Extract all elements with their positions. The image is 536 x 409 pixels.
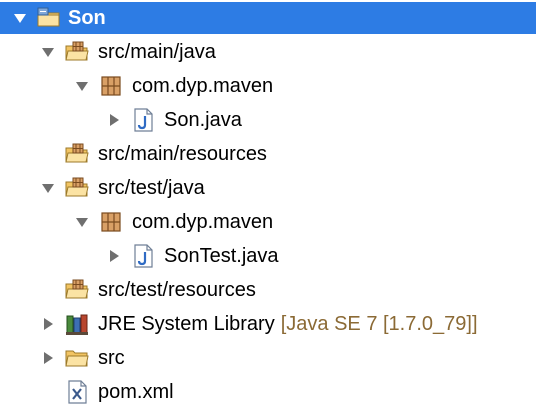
expanded-arrow-icon[interactable]	[40, 180, 56, 196]
tree-row-label: src/main/java	[98, 40, 216, 63]
tree-row-label: src/test/resources	[98, 278, 256, 301]
tree-row-src-main-java[interactable]: src/main/java	[0, 35, 536, 69]
tree-row-package-main[interactable]: com.dyp.maven	[0, 69, 536, 103]
expanded-arrow-icon[interactable]	[74, 214, 90, 230]
tree-row-label: com.dyp.maven	[132, 74, 274, 97]
tree-row-src-test-java[interactable]: src/test/java	[0, 171, 536, 205]
collapsed-arrow-icon[interactable]	[40, 316, 56, 332]
tree-row-label: SonTest.java	[164, 244, 279, 267]
project-explorer-tree: Son src/main/java com.dyp.maven Son.java…	[0, 0, 536, 406]
source-folder-icon	[64, 40, 90, 64]
package-icon	[98, 74, 124, 98]
library-version-decoration: [Java SE 7 [1.7.0_79]]	[280, 312, 478, 335]
tree-row-package-test[interactable]: com.dyp.maven	[0, 205, 536, 239]
source-folder-icon	[64, 278, 90, 302]
tree-row-son-project[interactable]: Son	[0, 2, 536, 34]
tree-row-label: Son	[68, 6, 106, 29]
expanded-arrow-icon[interactable]	[74, 78, 90, 94]
java-file-icon	[130, 108, 156, 132]
expanded-arrow-icon[interactable]	[40, 44, 56, 60]
library-name: JRE System Library	[98, 312, 275, 335]
xml-file-icon	[64, 380, 90, 404]
tree-row-src-folder[interactable]: src	[0, 341, 536, 375]
tree-row-label: pom.xml	[98, 380, 174, 403]
tree-row-label: com.dyp.maven	[132, 210, 274, 233]
tree-row-jre-library[interactable]: JRE System Library [Java SE 7 [1.7.0_79]]	[0, 307, 536, 341]
expanded-arrow-icon[interactable]	[12, 10, 28, 26]
tree-row-src-main-resources[interactable]: src/main/resources	[0, 137, 536, 171]
tree-row-sontest-java[interactable]: SonTest.java	[0, 239, 536, 273]
library-icon	[64, 312, 90, 336]
folder-icon	[64, 346, 90, 370]
tree-row-label: Son.java	[164, 108, 242, 131]
source-folder-icon	[64, 142, 90, 166]
tree-row-label: src	[98, 346, 125, 369]
java-file-icon	[130, 244, 156, 268]
project-folder-icon	[36, 6, 62, 30]
package-icon	[98, 210, 124, 234]
tree-row-pom-xml[interactable]: pom.xml	[0, 375, 536, 409]
tree-row-label: src/test/java	[98, 176, 205, 199]
collapsed-arrow-icon[interactable]	[40, 350, 56, 366]
tree-row-src-test-resources[interactable]: src/test/resources	[0, 273, 536, 307]
source-folder-icon	[64, 176, 90, 200]
collapsed-arrow-icon[interactable]	[106, 112, 122, 128]
tree-row-label: src/main/resources	[98, 142, 267, 165]
collapsed-arrow-icon[interactable]	[106, 248, 122, 264]
tree-row-label: JRE System Library [Java SE 7 [1.7.0_79]]	[98, 313, 478, 336]
tree-row-son-java[interactable]: Son.java	[0, 103, 536, 137]
